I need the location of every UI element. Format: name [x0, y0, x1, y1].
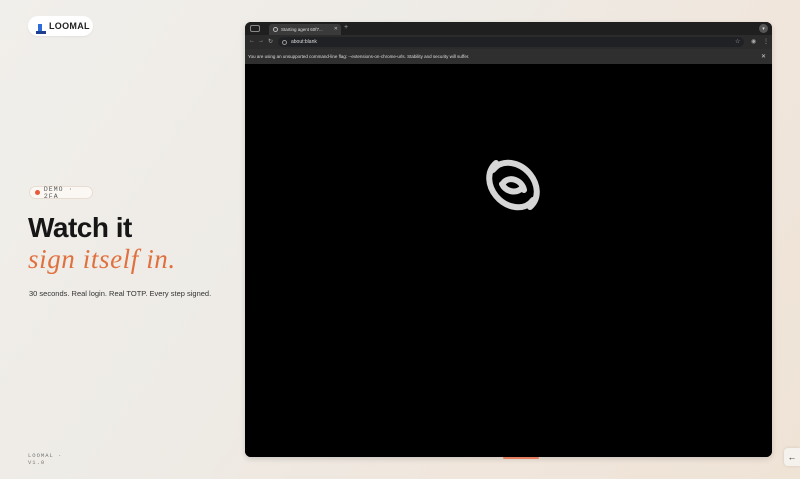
tab-menu-icon[interactable]: ▾ [759, 24, 768, 33]
browser-tab[interactable]: Starting agent 60f7... ✕ [269, 24, 341, 35]
headline-accent: sign itself in. [28, 244, 176, 274]
reload-icon[interactable]: ↻ [268, 38, 273, 45]
forward-arrow-icon[interactable]: → [258, 38, 264, 44]
accent-underline [503, 457, 539, 459]
footer-brand-name: LOOMAL · [28, 452, 63, 459]
brand-pill[interactable]: LOOMAL [28, 16, 93, 36]
footer-brand: LOOMAL · V1.0 [28, 452, 62, 466]
tab-search-icon[interactable] [250, 25, 260, 32]
footer-version: V1.0 [28, 459, 46, 466]
browser-window: Starting agent 60f7... ✕ + ▾ ← → ↻ about… [245, 22, 772, 457]
loading-logo-icon [486, 159, 540, 211]
site-info-icon[interactable] [282, 39, 287, 45]
loomal-logo-icon [36, 21, 46, 34]
browser-toolbar: ← → ↻ about:blank ☆ ◉ ⋮ [245, 35, 772, 49]
tab-title: Starting agent 60f7... [281, 27, 323, 32]
browser-tabbar: Starting agent 60f7... ✕ + ▾ [245, 22, 772, 35]
hero-subline: 30 seconds. Real login. Real TOTP. Every… [29, 289, 212, 298]
new-tab-icon[interactable]: + [344, 24, 348, 31]
brand-name: LOOMAL [49, 21, 90, 31]
tab-close-icon[interactable]: ✕ [334, 26, 338, 32]
account-icon[interactable]: ◉ [751, 38, 756, 45]
headline-primary: Watch it [28, 212, 132, 243]
tab-favicon-icon [273, 27, 278, 32]
warning-infobar: You are using an unsupported command-lin… [245, 49, 772, 64]
back-arrow-icon[interactable]: ← [249, 38, 255, 44]
address-text: about:blank [291, 39, 317, 45]
status-dot-icon [35, 190, 40, 195]
address-bar[interactable]: about:blank [278, 37, 744, 47]
page-viewport[interactable] [245, 64, 772, 457]
infobar-text: You are using an unsupported command-lin… [248, 54, 470, 59]
demo-badge: DEMO · 2FA [29, 185, 93, 200]
collapse-arrow-icon[interactable]: ← [784, 448, 800, 466]
demo-badge-label: DEMO · 2FA [43, 185, 74, 200]
kebab-menu-icon[interactable]: ⋮ [763, 38, 769, 45]
infobar-close-icon[interactable]: ✕ [761, 53, 766, 60]
bookmark-star-icon[interactable]: ☆ [735, 38, 740, 45]
